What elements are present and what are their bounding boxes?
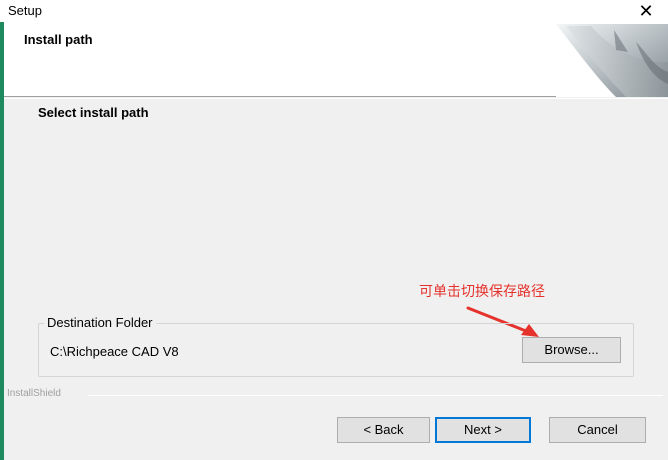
header-title: Install path <box>24 32 93 47</box>
wizard-header: Install path <box>4 22 668 97</box>
footer-separator <box>88 395 663 396</box>
annotation-text: 可单击切换保存路径 <box>419 283 545 299</box>
next-button[interactable]: Next > <box>435 417 531 443</box>
installshield-curl-logo-icon <box>556 22 668 97</box>
destination-path: C:\Richpeace CAD V8 <box>50 344 179 359</box>
cancel-button[interactable]: Cancel <box>549 417 646 443</box>
destination-folder-label: Destination Folder <box>44 315 156 330</box>
back-button[interactable]: < Back <box>337 417 430 443</box>
browse-button[interactable]: Browse... <box>522 337 621 363</box>
page-subtitle: Select install path <box>38 105 149 120</box>
header-divider <box>4 98 668 99</box>
setup-window: Setup ✕ Install path Select install path… <box>0 0 668 460</box>
window-title: Setup <box>8 3 42 18</box>
close-button[interactable]: ✕ <box>632 0 660 22</box>
installshield-brand: InstallShield <box>7 388 61 399</box>
title-bar: Setup ✕ <box>0 0 668 22</box>
